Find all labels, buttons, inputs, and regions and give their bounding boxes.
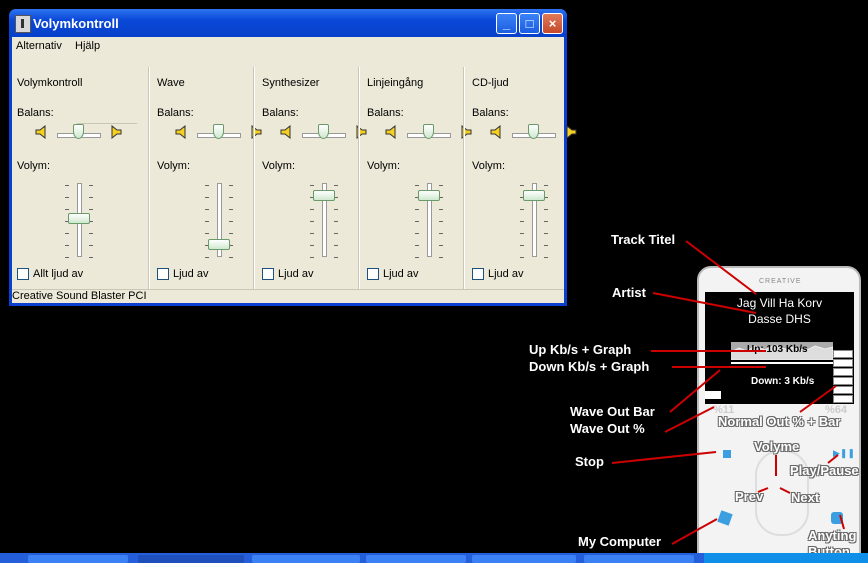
label-wave-pct: Wave Out % [570,421,645,436]
taskbar-item[interactable] [138,555,244,563]
label-normal-out: Normal Out % + Bar [718,414,841,429]
taskbar-item[interactable] [472,555,576,563]
label-anything: Anyting [808,528,857,543]
system-tray [704,553,868,563]
label-volume: Volyme [754,439,800,454]
label-prev: Prev [735,489,764,504]
label-my-computer: My Computer [578,534,662,549]
label-up-graph: Up Kb/s + Graph [529,342,632,357]
annotation-lines [611,240,845,545]
taskbar-item[interactable] [28,555,128,563]
label-next: Next [791,490,820,505]
label-down-graph: Down Kb/s + Graph [529,359,650,374]
label-artist: Artist [612,285,646,300]
label-track-title: Track Titel [611,232,676,247]
label-wave-bar: Wave Out Bar [570,404,655,419]
taskbar-item[interactable] [252,555,360,563]
taskbar-item[interactable] [366,555,466,563]
taskbar-item[interactable] [584,555,694,563]
label-play-pause: Play/Pause [790,463,859,478]
taskbar [0,553,868,563]
label-stop: Stop [575,454,604,469]
